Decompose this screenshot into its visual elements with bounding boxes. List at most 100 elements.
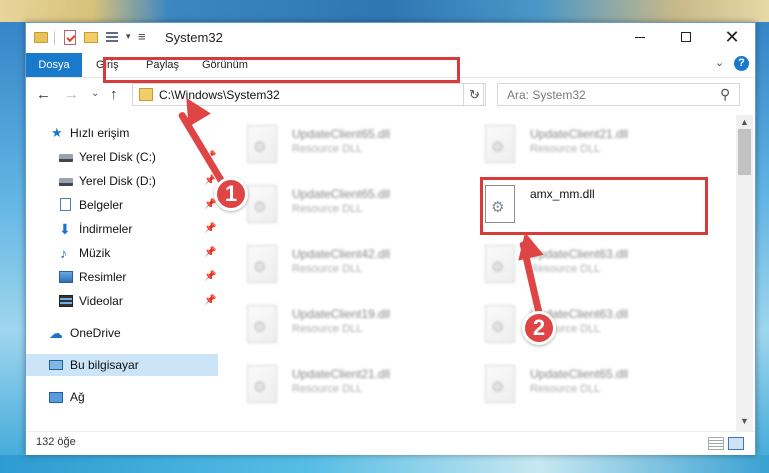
recent-locations-icon[interactable]: ⌄	[91, 88, 99, 99]
file-type: Resource DLL	[530, 383, 601, 395]
details-view-icon[interactable]	[708, 437, 724, 450]
close-icon: ✕	[724, 27, 740, 47]
sidebar-item-videos[interactable]: Videolar 📌	[26, 290, 218, 312]
maximize-button[interactable]	[663, 23, 709, 52]
file-name: UpdateClient19.dll	[292, 307, 391, 321]
scrollbar-thumb[interactable]	[738, 129, 751, 175]
scroll-up-icon[interactable]: ▲	[740, 117, 749, 127]
dll-file-icon	[247, 125, 277, 163]
search-input[interactable]: Ara: System32	[507, 88, 586, 102]
up-arrow-icon[interactable]: ↑	[110, 86, 118, 103]
status-bar: 132 öğe	[26, 431, 755, 455]
sidebar-item-pictures[interactable]: Resimler 📌	[26, 266, 218, 288]
dll-file-icon	[485, 125, 515, 163]
pictures-icon	[59, 271, 73, 283]
dll-file-icon	[485, 305, 515, 343]
file-item[interactable]: UpdateClient65.dll Resource DLL	[247, 183, 477, 235]
forward-arrow-icon[interactable]: →	[64, 86, 79, 103]
file-item[interactable]: UpdateClient63.dll Resource DLL	[485, 303, 715, 355]
search-icon[interactable]: ⚲	[720, 86, 730, 103]
file-name: UpdateClient63.dll	[530, 247, 629, 261]
tab-dosya[interactable]: Dosya	[26, 53, 82, 77]
close-button[interactable]: ✕	[709, 23, 755, 52]
sidebar-item-label: Müzik	[79, 246, 111, 260]
sidebar-item-local-disk-d[interactable]: Yerel Disk (D:) 📌	[26, 170, 218, 192]
file-name: UpdateClient21.dll	[530, 127, 629, 141]
sidebar-item-downloads[interactable]: ⬇ İndirmeler 📌	[26, 218, 218, 240]
file-type: Resource DLL	[530, 263, 601, 275]
properties-icon[interactable]	[64, 30, 76, 45]
large-icons-view-icon[interactable]	[728, 437, 744, 450]
videos-icon	[59, 295, 73, 307]
minimize-icon	[635, 36, 645, 38]
sidebar-item-label: Yerel Disk (D:)	[79, 174, 156, 188]
sidebar-item-documents[interactable]: Belgeler 📌	[26, 194, 218, 216]
folder-icon	[139, 88, 153, 101]
file-item[interactable]: UpdateClient65.dll Resource DLL	[247, 123, 477, 175]
file-type: Resource DLL	[292, 263, 363, 275]
sidebar-item-label: Belgeler	[79, 198, 124, 212]
desktop-background-top	[0, 0, 769, 22]
sidebar-item-local-disk-c[interactable]: Yerel Disk (C:) 📌	[26, 146, 218, 168]
downloads-icon: ⬇	[59, 221, 71, 237]
dll-file-icon	[485, 245, 515, 283]
dll-file-icon	[247, 245, 277, 283]
star-icon: ★	[51, 125, 63, 140]
pin-icon[interactable]: 📌	[204, 218, 216, 240]
dll-file-icon	[485, 365, 515, 403]
sidebar-item-onedrive[interactable]: ☁ OneDrive	[26, 322, 218, 344]
file-name: UpdateClient42.dll	[292, 247, 391, 261]
help-icon[interactable]: ?	[734, 56, 749, 71]
file-list: UpdateClient65.dll Resource DLL UpdateCl…	[220, 115, 736, 431]
file-type: Resource DLL	[292, 203, 363, 215]
desktop-background-bottom	[0, 455, 769, 473]
network-icon	[49, 392, 63, 403]
expand-ribbon-icon[interactable]: ⌄	[715, 56, 724, 69]
file-item[interactable]: UpdateClient21.dll Resource DLL	[485, 123, 715, 175]
refresh-icon[interactable]: ↻	[463, 83, 486, 106]
folder-icon	[34, 32, 48, 43]
pin-icon[interactable]: 📌	[204, 242, 216, 264]
file-name: UpdateClient21.dll	[292, 367, 391, 381]
sidebar-item-this-pc[interactable]: Bu bilgisayar	[26, 354, 218, 376]
file-item[interactable]: UpdateClient42.dll Resource DLL	[247, 243, 477, 295]
back-arrow-icon[interactable]: ←	[36, 86, 51, 103]
documents-icon	[60, 198, 71, 211]
quick-access-dropdown-icon[interactable]: ▾	[126, 31, 131, 47]
item-count: 132 öğe	[36, 436, 76, 448]
sidebar-item-label: Ağ	[70, 390, 85, 404]
sidebar-item-network[interactable]: Ağ	[26, 386, 218, 408]
pin-icon[interactable]: 📌	[204, 266, 216, 288]
file-name: UpdateClient65.dll	[530, 367, 629, 381]
title-bar: ▾ ≡ System32 ✕	[26, 23, 755, 53]
sidebar-item-label: İndirmeler	[79, 222, 133, 236]
minimize-button[interactable]	[617, 23, 663, 52]
step-2-badge: 2	[522, 311, 556, 345]
sidebar-item-label: Resimler	[79, 270, 127, 284]
navigation-pane: ★ Hızlı erişim Yerel Disk (C:) 📌 Yerel D…	[26, 115, 220, 431]
pin-icon[interactable]: 📌	[204, 290, 216, 312]
file-type: Resource DLL	[530, 143, 601, 155]
sidebar-item-label: Hızlı erişim	[70, 126, 130, 140]
vertical-scrollbar[interactable]: ▲ ▼	[736, 115, 753, 431]
drive-icon	[59, 178, 73, 186]
dll-file-icon	[247, 365, 277, 403]
file-name: UpdateClient65.dll	[292, 127, 391, 141]
file-type: Resource DLL	[292, 323, 363, 335]
sidebar-item-music[interactable]: ♪ Müzik 📌	[26, 242, 218, 264]
file-item[interactable]: UpdateClient21.dll Resource DLL	[247, 363, 477, 415]
music-icon: ♪	[60, 245, 67, 261]
customize-toolbar-icon[interactable]: ≡	[138, 29, 146, 45]
window-title: System32	[165, 30, 223, 45]
file-item[interactable]: UpdateClient65.dll Resource DLL	[485, 363, 715, 415]
search-box[interactable]: Ara: System32 ⚲	[497, 83, 740, 106]
file-type: Resource DLL	[292, 383, 363, 395]
file-type: Resource DLL	[292, 143, 363, 155]
maximize-icon	[681, 32, 691, 43]
new-folder-icon[interactable]	[84, 32, 98, 43]
view-options-icon[interactable]	[106, 31, 124, 44]
file-item[interactable]: UpdateClient19.dll Resource DLL	[247, 303, 477, 355]
address-path[interactable]: C:\Windows\System32	[159, 88, 280, 102]
dll-file-icon	[247, 185, 277, 223]
scroll-down-icon[interactable]: ▼	[740, 416, 749, 426]
